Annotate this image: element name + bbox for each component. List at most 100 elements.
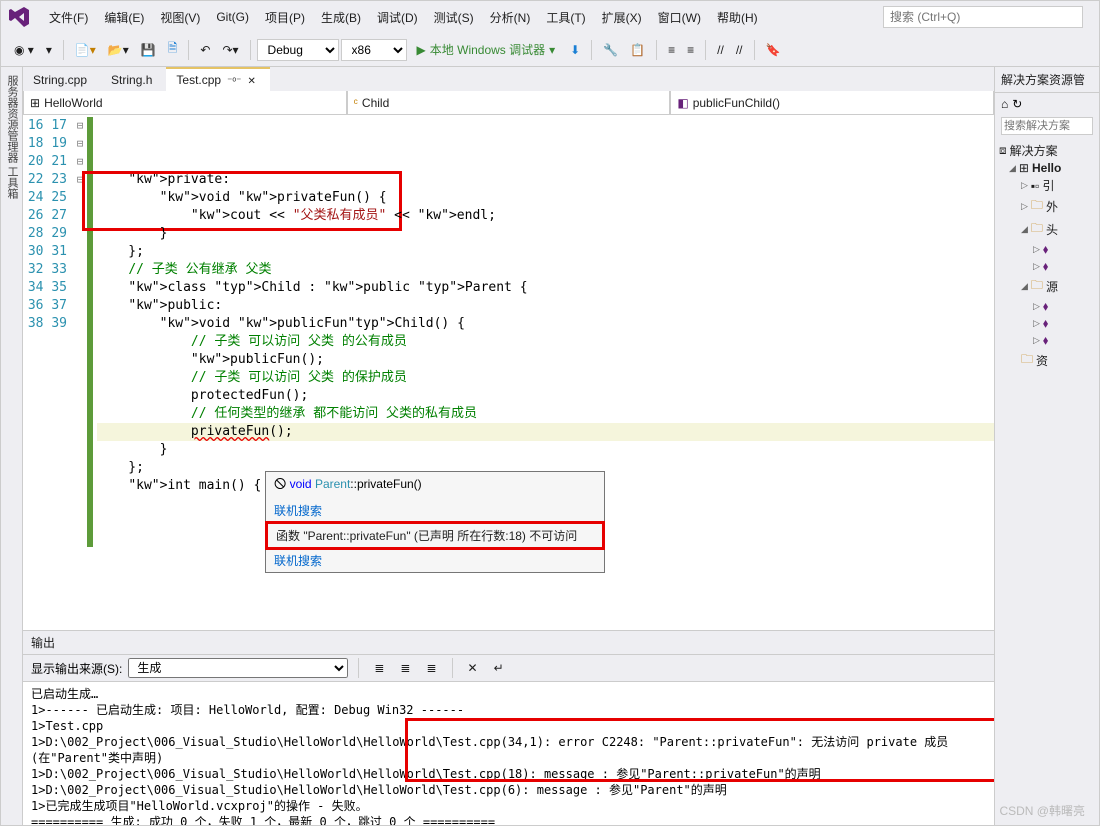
menu-file[interactable]: 文件(F)	[41, 5, 96, 30]
tab-string-h[interactable]: String.h	[101, 68, 166, 91]
menu-git[interactable]: Git(G)	[208, 6, 257, 28]
document-tabs: String.cpp String.h Test.cpp⁻ᵒ⁻✕	[23, 67, 994, 91]
menu-project[interactable]: 项目(P)	[257, 5, 313, 30]
tree-project[interactable]: ◢⊞Hello	[997, 160, 1097, 176]
tb-outdent-icon[interactable]: ≡	[682, 40, 699, 60]
close-icon[interactable]: ✕	[247, 76, 255, 87]
tb-bookmark-icon[interactable]: 🔖	[761, 40, 786, 60]
cppfile-icon: ⬧	[1043, 316, 1048, 331]
folder-icon: 🗀	[1031, 196, 1043, 217]
menu-window[interactable]: 窗口(W)	[650, 5, 709, 30]
solution-toolbar: ⌂ ↻	[995, 93, 1099, 115]
save-icon[interactable]: 💾	[136, 40, 161, 60]
solution-explorer: 解决方案资源管 ⌂ ↻ ⧈解决方案 ◢⊞Hello ▷▪▫引 ▷🗀外 ◢🗀头 ▷…	[994, 67, 1099, 825]
solution-title: 解决方案资源管	[995, 67, 1099, 93]
tree-solution[interactable]: ⧈解决方案	[997, 141, 1097, 160]
tb-icon-2[interactable]: 🔧	[598, 40, 623, 60]
main-area: 服务器资源管理器 工具箱 String.cpp String.h Test.cp…	[1, 67, 1099, 825]
tb-icon-1[interactable]: ⬇	[565, 40, 585, 60]
nav-method[interactable]: ◧publicFunChild()	[670, 91, 994, 114]
out-wrap-icon[interactable]: ↵	[489, 658, 509, 678]
menu-extensions[interactable]: 扩展(X)	[594, 5, 650, 30]
menu-edit[interactable]: 编辑(E)	[96, 5, 152, 30]
tb-indent-icon[interactable]: ≡	[663, 40, 680, 60]
start-debug-button[interactable]: ▶ 本地 Windows 调试器 ▾	[409, 38, 564, 61]
cppfile-icon: ⬧	[1043, 333, 1048, 348]
class-icon: ᶜ	[354, 96, 358, 110]
tab-string-cpp[interactable]: String.cpp	[23, 68, 101, 91]
out-clear-icon[interactable]: ✕	[463, 658, 483, 678]
menu-tools[interactable]: 工具(T)	[538, 5, 593, 30]
pin-icon[interactable]: ⁻ᵒ⁻	[227, 76, 241, 87]
tooltip-error-text: 函数 "Parent::privateFun" (已声明 所在行数:18) 不可…	[265, 521, 605, 550]
output-body[interactable]: 已启动生成…1>------ 已启动生成: 项目: HelloWorld, 配置…	[23, 682, 994, 825]
nav-class[interactable]: ᶜChild	[347, 91, 671, 114]
watermark: CSDN @韩曙亮	[999, 802, 1085, 819]
tree-sources[interactable]: ◢🗀源	[997, 275, 1097, 298]
tooltip-signature: 🛇 void Parent::privateFun()	[266, 472, 604, 499]
output-title: 输出	[23, 631, 994, 655]
tooltip-search-2[interactable]: 联机搜索	[266, 549, 604, 572]
hfile-icon: ⬧	[1043, 259, 1048, 274]
nav-project[interactable]: ⊞HelloWorld	[23, 91, 347, 114]
quick-search[interactable]	[883, 6, 1083, 28]
save-all-icon[interactable]: 🗎	[163, 36, 183, 63]
editor-column: String.cpp String.h Test.cpp⁻ᵒ⁻✕ ⊞HelloW…	[23, 67, 994, 825]
menu-help[interactable]: 帮助(H)	[709, 5, 766, 30]
cppfile-icon: ⬧	[1043, 299, 1048, 314]
menu-debug[interactable]: 调试(D)	[369, 5, 426, 30]
solution-tree[interactable]: ⧈解决方案 ◢⊞Hello ▷▪▫引 ▷🗀外 ◢🗀头 ▷⬧ ▷⬧ ◢🗀源 ▷⬧ …	[995, 137, 1099, 825]
solution-search[interactable]	[995, 115, 1099, 137]
folder-icon: 🗀	[1031, 219, 1043, 240]
menu-view[interactable]: 视图(V)	[152, 5, 208, 30]
menu-bar: 文件(F) 编辑(E) 视图(V) Git(G) 项目(P) 生成(B) 调试(…	[1, 1, 1099, 33]
output-source-label: 显示输出来源(S):	[31, 660, 122, 677]
output-source-select[interactable]: 生成	[128, 658, 348, 678]
open-icon[interactable]: 📂▾	[103, 40, 134, 60]
project-icon: ⊞	[30, 96, 40, 110]
out-icon-2[interactable]: ≣	[395, 658, 415, 678]
hfile-icon: ⬧	[1043, 242, 1048, 257]
new-icon[interactable]: 📄▾	[70, 40, 101, 60]
menu-analyze[interactable]: 分析(N)	[482, 5, 539, 30]
nav-fwd-icon[interactable]: ▾	[41, 40, 57, 60]
solution-search-input[interactable]	[1001, 117, 1093, 135]
tree-cfile2[interactable]: ▷⬧	[997, 315, 1097, 332]
tb-icon-3[interactable]: 📋	[625, 40, 650, 60]
tb-comment-icon[interactable]: //	[712, 40, 729, 60]
undo-icon[interactable]: ↶	[195, 40, 215, 60]
fold-column[interactable]: ⊟ ⊟ ⊟ ⊟	[73, 115, 87, 630]
tree-hfile1[interactable]: ▷⬧	[997, 241, 1097, 258]
sol-refresh-icon[interactable]: ↻	[1012, 97, 1022, 111]
redo-icon[interactable]: ↷▾	[217, 40, 243, 60]
config-select[interactable]: Debug	[257, 39, 339, 61]
tree-hfile2[interactable]: ▷⬧	[997, 258, 1097, 275]
folder-icon: 🗀	[1031, 276, 1043, 297]
side-toolbox-tab[interactable]: 服务器资源管理器 工具箱	[1, 67, 23, 825]
code-nav-bar: ⊞HelloWorld ᶜChild ◧publicFunChild()	[23, 91, 994, 115]
error-tooltip: 🛇 void Parent::privateFun() 联机搜索 函数 "Par…	[265, 471, 605, 573]
tab-test-cpp[interactable]: Test.cpp⁻ᵒ⁻✕	[166, 67, 269, 91]
tree-cfile3[interactable]: ▷⬧	[997, 332, 1097, 349]
tree-headers[interactable]: ◢🗀头	[997, 218, 1097, 241]
project-icon: ⊞	[1019, 161, 1029, 175]
tree-cfile1[interactable]: ▷⬧	[997, 298, 1097, 315]
sol-home-icon[interactable]: ⌂	[1001, 97, 1008, 111]
menu-build[interactable]: 生成(B)	[313, 5, 369, 30]
menu-test[interactable]: 测试(S)	[426, 5, 482, 30]
out-icon-3[interactable]: ≣	[421, 658, 441, 678]
refs-icon: ▪▫	[1031, 179, 1040, 193]
platform-select[interactable]: x86	[341, 39, 407, 61]
out-icon-1[interactable]: ≣	[369, 658, 389, 678]
nav-back-icon[interactable]: ◉ ▾	[9, 40, 39, 60]
tooltip-search-1[interactable]: 联机搜索	[266, 499, 604, 522]
tree-ext[interactable]: ▷🗀外	[997, 195, 1097, 218]
tb-uncomment-icon[interactable]: //	[731, 40, 748, 60]
main-toolbar: ◉ ▾ ▾ 📄▾ 📂▾ 💾 🗎 ↶ ↷▾ Debug x86 ▶ 本地 Wind…	[1, 33, 1099, 67]
output-panel: 输出 显示输出来源(S): 生成 ≣ ≣ ≣ ✕ ↵ 已启动生成…1>-----…	[23, 630, 994, 825]
tree-refs[interactable]: ▷▪▫引	[997, 176, 1097, 195]
quick-search-input[interactable]	[883, 6, 1083, 28]
method-icon: ◧	[677, 96, 688, 110]
tree-res[interactable]: 🗀资	[997, 349, 1097, 372]
line-gutter: 16 17 18 19 20 21 22 23 24 25 26 27 28 2…	[23, 115, 73, 630]
